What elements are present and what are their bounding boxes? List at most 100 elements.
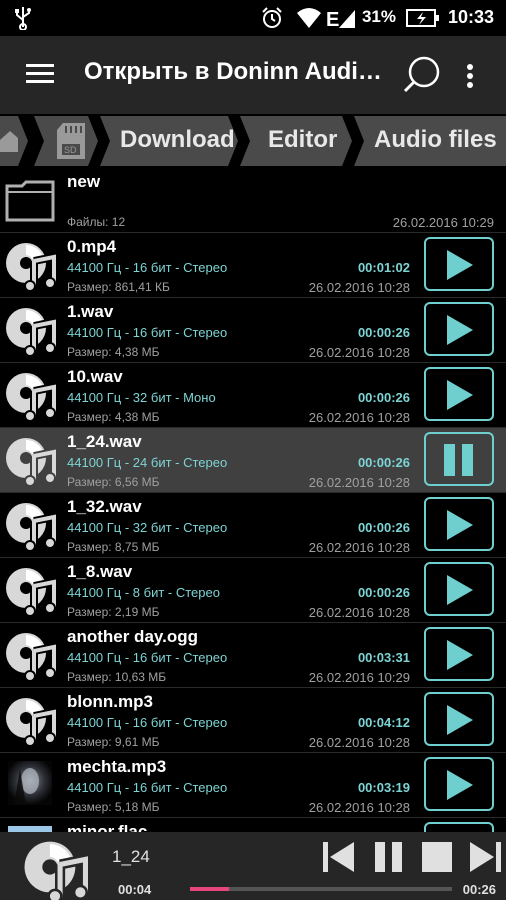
menu-icon[interactable] — [26, 63, 54, 85]
battery-percent: 31% — [361, 7, 396, 26]
next-icon[interactable] — [468, 840, 502, 874]
file-name: 1.wav — [67, 302, 114, 321]
file-size: Размер: 9,61 МБ — [67, 735, 160, 749]
audio-file-icon — [6, 503, 56, 551]
breadcrumb-item-download[interactable]: Download — [110, 114, 235, 168]
list-item-selected[interactable]: 1_24.wav 44100 Гц - 24 бит - Стерео 00:0… — [0, 428, 506, 493]
pause-icon[interactable] — [372, 840, 406, 874]
previous-icon[interactable] — [322, 840, 356, 874]
play-button[interactable] — [424, 692, 494, 746]
file-size: Размер: 6,56 МБ — [67, 475, 160, 489]
audio-file-icon — [24, 841, 90, 900]
list-item[interactable]: 10.wav 44100 Гц - 32 бит - Моно 00:00:26… — [0, 363, 506, 428]
svg-text:E: E — [326, 9, 339, 30]
file-size: Размер: 8,75 МБ — [67, 540, 160, 554]
file-date: 26.02.2016 10:28 — [308, 345, 410, 360]
list-item[interactable]: 1_8.wav 44100 Гц - 8 бит - Стерео 00:00:… — [0, 558, 506, 623]
file-date: 26.02.2016 10:28 — [308, 280, 410, 295]
audio-duration: 00:03:31 — [357, 650, 410, 665]
play-button[interactable] — [424, 627, 494, 681]
list-item[interactable]: minor.flac — [0, 818, 506, 833]
audio-format: 44100 Гц - 32 бит - Моно — [67, 390, 216, 405]
pause-button[interactable] — [424, 432, 494, 486]
breadcrumb: SD Download Editor Audio files — [0, 114, 506, 168]
audio-file-icon — [6, 633, 56, 681]
play-button[interactable] — [424, 237, 494, 291]
file-date: 26.02.2016 10:29 — [392, 215, 494, 230]
svg-text:SD: SD — [64, 145, 77, 155]
play-button[interactable] — [424, 562, 494, 616]
play-button[interactable] — [424, 497, 494, 551]
more-vert-icon[interactable] — [466, 64, 474, 88]
elapsed-time: 00:04 — [118, 882, 152, 897]
file-name: new — [67, 172, 101, 191]
list-item[interactable]: 0.mp4 44100 Гц - 16 бит - Стерео 00:01:0… — [0, 233, 506, 298]
audio-duration: 00:01:02 — [357, 260, 410, 275]
app-title: Открыть в Doninn Audi… — [84, 58, 382, 85]
stop-icon[interactable] — [420, 840, 454, 874]
audio-format: 44100 Гц - 16 бит - Стерео — [67, 715, 228, 730]
list-item[interactable]: 1.wav 44100 Гц - 16 бит - Стерео 00:00:2… — [0, 298, 506, 363]
file-size: Размер: 4,38 МБ — [67, 410, 160, 424]
usb-icon — [15, 7, 31, 30]
audio-file-icon — [6, 438, 56, 486]
audio-format: 44100 Гц - 8 бит - Стерео — [67, 585, 220, 600]
file-size: Размер: 861,41 КБ — [67, 280, 170, 294]
play-icon — [447, 770, 473, 800]
search-icon[interactable] — [402, 55, 442, 95]
list-item[interactable]: another day.ogg 44100 Гц - 16 бит - Стер… — [0, 623, 506, 688]
file-size: Размер: 4,38 МБ — [67, 345, 160, 359]
mini-player[interactable]: 1_24 00:04 00:26 — [0, 832, 506, 900]
file-list[interactable]: new Файлы: 12 26.02.2016 10:29 0.mp4 441… — [0, 168, 506, 833]
app-bar: Открыть в Doninn Audi… — [0, 36, 506, 114]
play-icon — [447, 380, 473, 410]
breadcrumb-item-audio-files[interactable]: Audio files — [364, 114, 506, 168]
breadcrumb-item-editor[interactable]: Editor — [250, 114, 345, 168]
audio-duration: 00:00:26 — [357, 390, 410, 405]
file-size: Размер: 5,18 МБ — [67, 800, 160, 814]
audio-format: 44100 Гц - 24 бит - Стерео — [67, 455, 228, 470]
play-icon — [447, 315, 473, 345]
album-art-thumbnail — [8, 761, 52, 805]
play-icon — [447, 250, 473, 280]
play-button[interactable] — [424, 302, 494, 356]
sd-card-icon[interactable]: SD — [55, 122, 87, 160]
battery-charging-icon — [406, 9, 439, 27]
play-icon — [447, 510, 473, 540]
file-name: 1_24.wav — [67, 432, 142, 451]
audio-format: 44100 Гц - 16 бит - Стерео — [67, 780, 228, 795]
list-item[interactable]: 1_32.wav 44100 Гц - 32 бит - Стерео 00:0… — [0, 493, 506, 558]
status-bar: E 31% 10:33 — [0, 0, 506, 36]
play-icon — [447, 575, 473, 605]
file-name: blonn.mp3 — [67, 692, 153, 711]
wifi-icon — [297, 8, 321, 28]
file-name: 0.mp4 — [67, 237, 117, 256]
file-name: mechta.mp3 — [67, 757, 167, 776]
file-name: 10.wav — [67, 367, 123, 386]
file-date: 26.02.2016 10:28 — [308, 800, 410, 815]
file-size: Размер: 10,63 МБ — [67, 670, 167, 684]
audio-format: 44100 Гц - 32 бит - Стерео — [67, 520, 228, 535]
file-date: 26.02.2016 10:28 — [308, 540, 410, 555]
audio-duration: 00:00:26 — [357, 585, 410, 600]
clock: 10:33 — [447, 7, 494, 27]
play-button[interactable] — [424, 757, 494, 811]
list-item-folder[interactable]: new Файлы: 12 26.02.2016 10:29 — [0, 168, 506, 233]
audio-file-icon — [6, 568, 56, 616]
alarm-icon — [262, 7, 282, 28]
audio-duration: 00:03:19 — [357, 780, 410, 795]
file-date: 26.02.2016 10:29 — [308, 670, 410, 685]
signal-icon: E — [326, 9, 355, 30]
total-time: 00:26 — [462, 882, 496, 897]
list-item[interactable]: mechta.mp3 44100 Гц - 16 бит - Стерео 00… — [0, 753, 506, 818]
play-button[interactable] — [424, 367, 494, 421]
audio-duration: 00:00:26 — [357, 455, 410, 470]
audio-file-icon — [6, 308, 56, 356]
audio-duration: 00:00:26 — [357, 520, 410, 535]
file-name: another day.ogg — [67, 627, 198, 646]
audio-file-icon — [6, 243, 56, 291]
list-item[interactable]: blonn.mp3 44100 Гц - 16 бит - Стерео 00:… — [0, 688, 506, 753]
seek-bar[interactable] — [190, 887, 452, 891]
audio-duration: 00:04:12 — [357, 715, 410, 730]
home-icon[interactable] — [0, 128, 18, 154]
